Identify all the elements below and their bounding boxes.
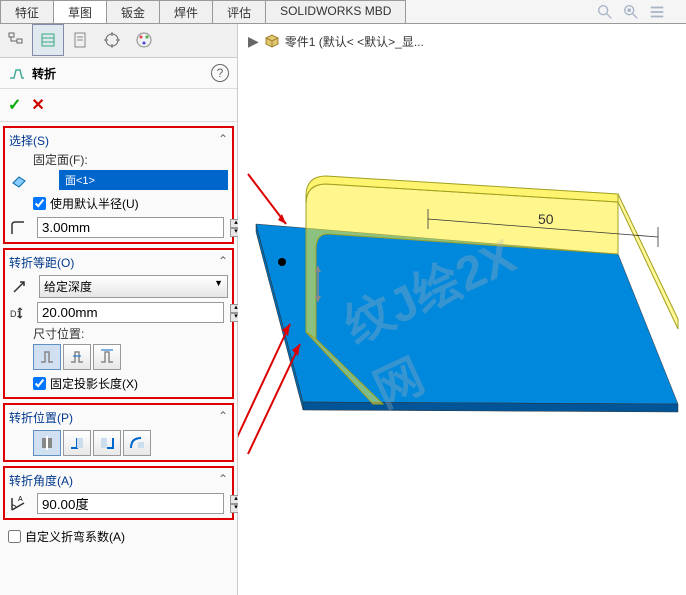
panel-toolbar <box>0 24 237 58</box>
config-icon[interactable] <box>64 24 96 56</box>
pos-bend-outside-btn[interactable] <box>123 430 151 456</box>
custom-bend-label: 自定义折弯系数(A) <box>25 528 125 545</box>
angle-icon: A <box>9 494 27 514</box>
list-icon[interactable] <box>648 3 666 21</box>
dim-position-label: 尺寸位置: <box>9 325 228 342</box>
cancel-button[interactable]: ✕ <box>31 95 44 115</box>
position-section: 转折位置(P)⌃ <box>3 403 234 462</box>
dim-position-group <box>9 342 228 372</box>
select-header[interactable]: 选择(S)⌃ <box>9 130 228 151</box>
search-icon[interactable] <box>596 3 614 21</box>
tree-icon[interactable] <box>0 24 32 56</box>
jog-icon <box>8 64 26 82</box>
feature-header: 转折 ? <box>0 58 237 89</box>
custom-bend-row: 自定义折弯系数(A) <box>0 524 237 549</box>
dim-inside-btn[interactable] <box>63 344 91 370</box>
tab-evaluate[interactable]: 评估 <box>212 0 266 23</box>
breadcrumb-text[interactable]: 零件1 (默认< <默认>_显... <box>285 33 424 50</box>
position-header[interactable]: 转折位置(P)⌃ <box>9 407 228 428</box>
tab-mbd[interactable]: SOLIDWORKS MBD <box>265 0 406 23</box>
tab-sheetmetal[interactable]: 钣金 <box>106 0 160 23</box>
offset-header[interactable]: 转折等距(O)⌃ <box>9 252 228 273</box>
tab-sketch[interactable]: 草图 <box>53 0 107 23</box>
dim-outside-btn[interactable] <box>33 344 61 370</box>
top-tabs: 特征 草图 钣金 焊件 评估 SOLIDWORKS MBD <box>0 0 686 24</box>
fixed-projection-checkbox[interactable] <box>33 377 46 390</box>
select-section: 选择(S)⌃ 固定面(F): 面<1> 使用默认半径(U) ▴▾ <box>3 126 234 244</box>
help-icon[interactable]: ? <box>211 64 229 82</box>
property-panel: 转折 ? ✓ ✕ 选择(S)⌃ 固定面(F): 面<1> 使用默认半径(U) <box>0 24 238 595</box>
position-group <box>9 428 228 458</box>
depth-dropdown[interactable]: 给定深度▼ <box>39 275 228 298</box>
angle-header[interactable]: 转折角度(A)⌃ <box>9 470 228 491</box>
svg-text:50: 50 <box>538 211 554 227</box>
dim-overall-btn[interactable] <box>93 344 121 370</box>
offset-section: 转折等距(O)⌃ 给定深度▼ D1 ▴▾ 尺寸位置: 固定投影长 <box>3 248 234 399</box>
depth-icon: D1 <box>9 303 27 323</box>
depth-input[interactable] <box>37 302 224 323</box>
appearance-icon[interactable] <box>128 24 160 56</box>
top-right-icons <box>596 3 666 21</box>
direction-icon[interactable] <box>9 277 29 297</box>
ok-button[interactable]: ✓ <box>8 95 21 115</box>
face-icon <box>9 170 29 190</box>
pos-material-outside-btn[interactable] <box>93 430 121 456</box>
default-radius-checkbox[interactable] <box>33 197 46 210</box>
zoom-icon[interactable] <box>622 3 640 21</box>
target-icon[interactable] <box>96 24 128 56</box>
pos-material-inside-btn[interactable] <box>63 430 91 456</box>
selected-face-input[interactable]: 面<1> <box>59 170 228 190</box>
breadcrumb: ▶ 零件1 (默认< <默认>_显... <box>248 32 424 50</box>
radius-input[interactable] <box>37 217 224 238</box>
property-icon[interactable] <box>32 24 64 56</box>
svg-text:A: A <box>18 496 23 503</box>
fixed-projection-label: 固定投影长度(X) <box>50 375 138 392</box>
angle-input[interactable] <box>37 493 224 514</box>
tab-weldment[interactable]: 焊件 <box>159 0 213 23</box>
part-icon <box>263 32 281 50</box>
nav-arrow[interactable]: ▶ <box>248 33 259 50</box>
radius-icon <box>9 218 27 238</box>
confirm-row: ✓ ✕ <box>0 89 237 122</box>
tab-feature[interactable]: 特征 <box>0 0 54 23</box>
custom-bend-checkbox[interactable] <box>8 530 21 543</box>
default-radius-label: 使用默认半径(U) <box>50 195 139 212</box>
angle-section: 转折角度(A)⌃ A ▴▾ <box>3 466 234 520</box>
model-view[interactable]: 50 <box>238 24 686 595</box>
face-label: 固定面(F): <box>9 151 228 168</box>
pos-centerline-btn[interactable] <box>33 430 61 456</box>
viewport[interactable]: ▶ 零件1 (默认< <默认>_显... 50 <box>238 24 686 595</box>
feature-title: 转折 <box>32 65 211 82</box>
